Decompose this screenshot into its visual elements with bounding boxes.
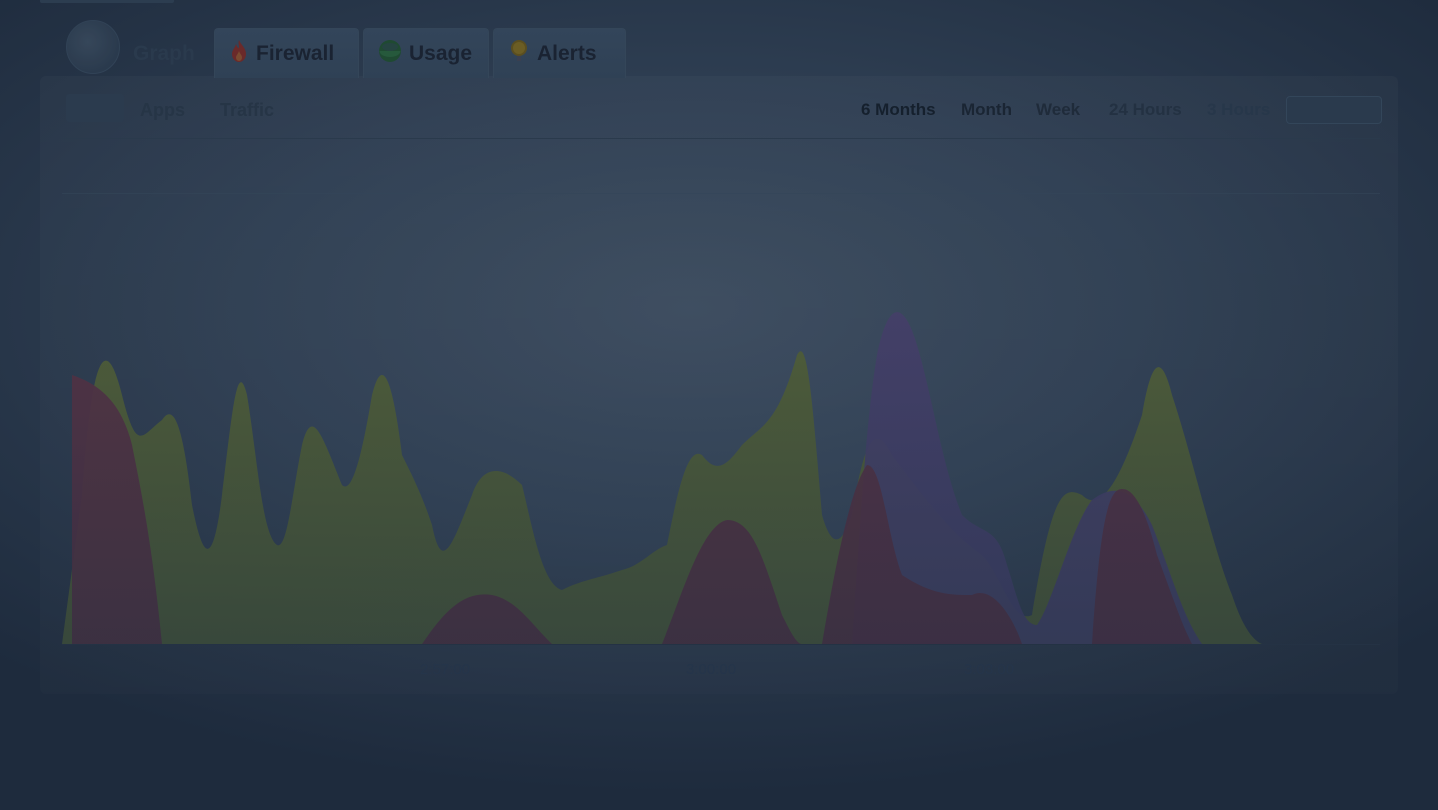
tab-usage-label: Usage (409, 41, 473, 65)
tab-graph[interactable]: Graph (118, 28, 210, 78)
x-axis-label-3: 3:03:00 (964, 661, 1015, 678)
globe-icon (378, 39, 402, 69)
range-24-hours[interactable]: 24 Hours (1109, 100, 1182, 120)
subtab-active-indicator (66, 94, 124, 122)
tab-usage[interactable]: Usage (363, 28, 489, 78)
live-toggle[interactable] (1286, 96, 1382, 124)
flame-icon (229, 39, 249, 69)
chart-top-divider (62, 193, 1380, 194)
range-6-months[interactable]: 6 Months (861, 100, 936, 120)
subtab-apps[interactable]: Apps (140, 100, 185, 121)
tab-alerts-label: Alerts (537, 41, 597, 65)
tab-graph-label: Graph (133, 41, 195, 65)
bell-icon (508, 38, 530, 70)
app-logo (66, 20, 120, 74)
top-strip (40, 0, 174, 3)
x-axis-label-2: 3:00:00 (686, 661, 737, 678)
x-axis-label-1: 2:57:00 (420, 661, 471, 678)
range-month[interactable]: Month (961, 100, 1012, 120)
tab-alerts[interactable]: Alerts (493, 28, 626, 78)
range-3-hours[interactable]: 3 Hours (1207, 100, 1270, 120)
range-week[interactable]: Week (1036, 100, 1080, 120)
tab-firewall-label: Firewall (256, 41, 335, 65)
subtab-traffic[interactable]: Traffic (220, 100, 274, 121)
tab-firewall[interactable]: Firewall (214, 28, 359, 78)
chart-baseline (62, 644, 1380, 645)
traffic-area-chart (62, 312, 1262, 644)
